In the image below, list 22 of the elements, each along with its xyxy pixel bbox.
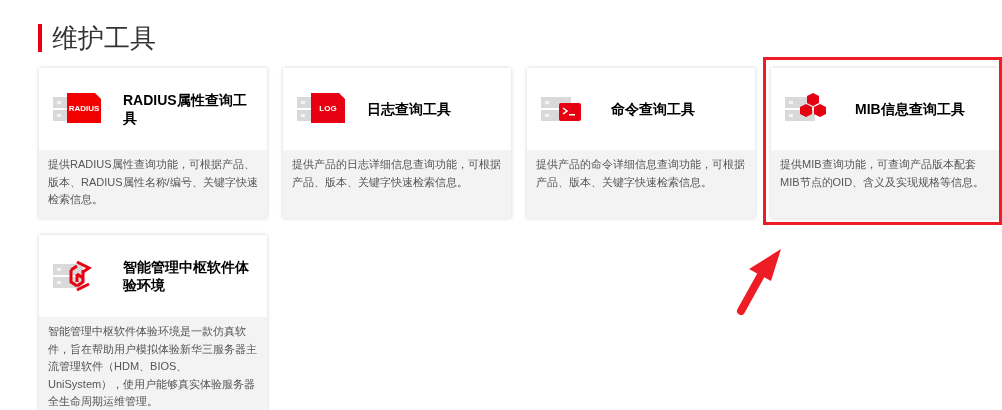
server-document-icon xyxy=(53,93,101,125)
icon-label: RADIUS xyxy=(67,104,101,114)
server-document-icon xyxy=(297,93,345,125)
card-title[interactable]: 命令查询工具 xyxy=(611,100,741,118)
tool-card[interactable]: LOG 日志查询工具 提供产品的日志详细信息查询功能，可根据产品、版本、关键字快速检索信息。 xyxy=(283,68,511,218)
card-description: 智能管理中枢软件体验环境是一款仿真软件，旨在帮助用户模拟体验新华三服务器主流管理软件（HDM、BIOS、UniSystem），使用户能够真实体验服务器全生命周期运维管理。 xyxy=(48,324,258,409)
card-title[interactable]: RADIUS属性查询工具 xyxy=(123,91,253,127)
heading-accent-bar xyxy=(38,24,42,52)
tool-card[interactable]: 命令查询工具 提供产品的命令详细信息查询功能，可根据产品、版本、关键字快速检索信息。 xyxy=(527,68,755,218)
annotation-arrow xyxy=(735,247,783,317)
card-title[interactable]: 日志查询工具 xyxy=(367,100,497,118)
tool-card[interactable]: RADIUS RADIUS属性查询工具 提供RADIUS属性查询功能，可根据产品、版本、RADIUS属性名称/编号、关键字快速检索信息。 xyxy=(39,68,267,218)
card-title[interactable]: 智能管理中枢软件体验环境 xyxy=(123,258,253,294)
tool-card[interactable]: 智能管理中枢软件体验环境 智能管理中枢软件体验环境是一款仿真软件，旨在帮助用户模拟体验新华三服务器主流管理软件（HDM、BIOS、UniSystem），使用户能够真实体验服务器全生命周期运维管理。 xyxy=(39,235,267,410)
card-description: 提供产品的命令详细信息查询功能，可根据产品、版本、关键字快速检索信息。 xyxy=(536,157,746,190)
card-description: 提供MIB查询功能，可查询产品版本配套MIB节点的OID、含义及实现规格等信息。 xyxy=(780,157,986,190)
icon-label: LOG xyxy=(318,104,338,114)
card-description: 提供产品的日志详细信息查询功能，可根据产品、版本、关键字快速检索信息。 xyxy=(292,157,502,190)
tool-card[interactable]: MIB信息查询工具 提供MIB查询功能，可查询产品版本配套MIB节点的OID、含义及实现规格等信息。 xyxy=(771,68,999,218)
card-title[interactable]: MIB信息查询工具 xyxy=(855,100,985,118)
card-description: 提供RADIUS属性查询功能，可根据产品、版本、RADIUS属性名称/编号、关键字快速检索信息。 xyxy=(48,157,258,207)
section-title: 维护工具 xyxy=(52,22,156,54)
